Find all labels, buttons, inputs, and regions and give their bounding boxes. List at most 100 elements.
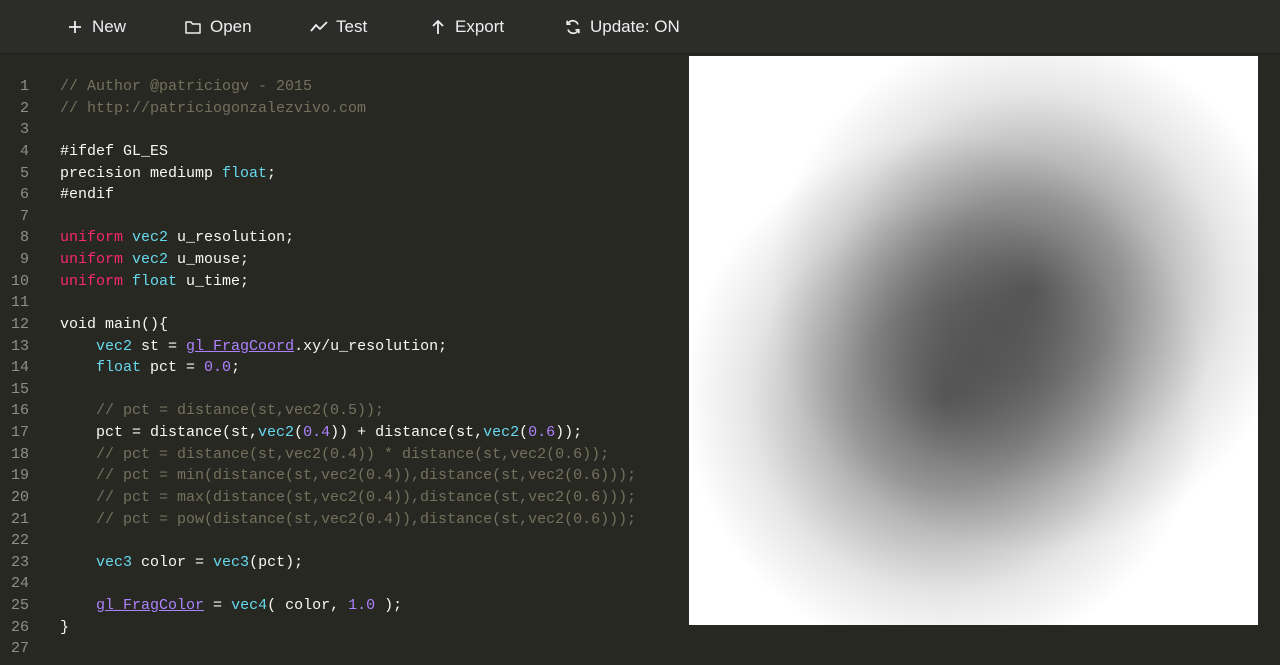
code-text: // pct = max(distance(st,vec2(0.4)),dist… bbox=[60, 487, 636, 509]
line-number: 19 bbox=[10, 467, 29, 485]
code-token: vec2 bbox=[132, 251, 169, 268]
open-label: Open bbox=[210, 17, 252, 36]
code-line: 16 // pct = distance(st,vec2(0.5)); bbox=[0, 400, 688, 422]
code-text: uniform float u_time; bbox=[60, 271, 249, 293]
code-token: (pct); bbox=[249, 553, 304, 571]
code-text: precision mediump float; bbox=[60, 163, 276, 185]
code-token: vec2 bbox=[258, 424, 295, 441]
line-number: 15 bbox=[10, 380, 29, 398]
code-text: #ifdef GL_ES bbox=[60, 141, 168, 163]
code-line: 13 vec2 st = gl_FragCoord.xy/u_resolutio… bbox=[0, 336, 688, 358]
code-token: = bbox=[204, 597, 232, 614]
code-token: #endif bbox=[60, 186, 115, 204]
test-button[interactable]: Test bbox=[310, 14, 367, 40]
code-line: 6 #endif bbox=[0, 184, 688, 206]
code-line: 10 uniform float u_time; bbox=[0, 271, 688, 293]
code-line: 26} bbox=[0, 617, 688, 639]
line-number: 13 bbox=[10, 337, 29, 355]
code-token: ( bbox=[294, 424, 304, 441]
code-token: vec2 bbox=[96, 337, 133, 355]
code-token: // pct = distance(st,vec2(0.4)) * distan… bbox=[60, 445, 610, 463]
open-button[interactable]: Open bbox=[184, 14, 252, 40]
line-number: 16 bbox=[10, 402, 29, 420]
code-text: vec2 st = gl_FragCoord.xy/u_resolution; bbox=[60, 336, 447, 358]
code-line: 9 uniform vec2 u_mouse; bbox=[0, 249, 688, 271]
code-token: vec2 bbox=[132, 229, 169, 247]
line-number: 20 bbox=[10, 488, 29, 506]
code-text: gl_FragColor = vec4( color, 1.0 ); bbox=[60, 595, 402, 617]
line-number: 17 bbox=[10, 424, 29, 441]
toolbar: New Open Test Export Update: ON bbox=[0, 0, 1280, 54]
code-token: float bbox=[222, 164, 268, 182]
code-text: pct = distance(st,vec2(0.4)) + distance(… bbox=[60, 422, 582, 444]
code-token: .xy/u_resolution; bbox=[294, 337, 448, 355]
code-text: vec3 color = vec3(pct); bbox=[60, 552, 303, 574]
line-number: 23 bbox=[10, 553, 29, 571]
line-number: 21 bbox=[10, 510, 29, 528]
code-token: u_time; bbox=[177, 272, 250, 290]
code-token: float bbox=[132, 272, 178, 290]
code-token: )) + distance(st, bbox=[330, 424, 484, 441]
update-toggle[interactable]: Update: ON bbox=[564, 14, 680, 40]
line-number: 6 bbox=[19, 186, 29, 204]
line-number: 22 bbox=[10, 532, 29, 550]
line-number: 14 bbox=[10, 359, 29, 377]
line-number: 10 bbox=[10, 272, 29, 290]
line-number: 25 bbox=[10, 597, 29, 614]
code-line: 12 void main(){ bbox=[0, 314, 688, 336]
code-line: 7 bbox=[0, 206, 688, 228]
code-token: color = bbox=[132, 553, 214, 571]
code-token: } bbox=[60, 618, 70, 636]
code-line: 4 #ifdef GL_ES bbox=[0, 141, 688, 163]
code-token: pct = distance(st, bbox=[60, 424, 259, 441]
code-token: )); bbox=[555, 424, 583, 441]
export-button[interactable]: Export bbox=[429, 14, 504, 40]
line-number: 27 bbox=[10, 640, 29, 658]
code-token: vec4 bbox=[231, 597, 268, 614]
chart-line-icon bbox=[310, 18, 328, 36]
shader-output bbox=[689, 56, 1258, 625]
code-lines: 1 // Author @patriciogv - 2015 2 // http://… bbox=[0, 76, 688, 660]
code-token: // pct = max(distance(st,vec2(0.4)),dist… bbox=[60, 488, 637, 506]
code-token: // pct = min(distance(st,vec2(0.4)),dist… bbox=[60, 467, 637, 485]
code-line: 20 // pct = max(distance(st,vec2(0.4)),d… bbox=[0, 487, 688, 509]
code-line: 23 vec3 color = vec3(pct); bbox=[0, 552, 688, 574]
code-text: // pct = min(distance(st,vec2(0.4)),dist… bbox=[60, 465, 636, 487]
code-token: ; bbox=[267, 164, 277, 182]
code-line: 18 // pct = distance(st,vec2(0.4)) * dis… bbox=[0, 444, 688, 466]
code-text: // pct = distance(st,vec2(0.5)); bbox=[60, 400, 384, 422]
code-token: uniform bbox=[60, 272, 124, 290]
code-token: // pct = pow(distance(st,vec2(0.4)),dist… bbox=[60, 510, 637, 528]
code-line: 11 bbox=[0, 292, 688, 314]
code-line: 21 // pct = pow(distance(st,vec2(0.4)),d… bbox=[0, 509, 688, 531]
shader-preview-canvas[interactable] bbox=[689, 56, 1258, 625]
folder-icon bbox=[184, 18, 202, 36]
code-line: 22 bbox=[0, 530, 688, 552]
code-editor[interactable]: 1 // Author @patriciogv - 2015 2 // http://… bbox=[0, 54, 688, 665]
line-number: 11 bbox=[10, 294, 29, 312]
line-number: 4 bbox=[19, 142, 29, 160]
code-token: #ifdef GL_ES bbox=[60, 142, 169, 160]
code-token: float bbox=[96, 359, 142, 377]
code-token: vec3 bbox=[213, 553, 250, 571]
code-token: 1.0 bbox=[348, 597, 376, 614]
code-line: 19 // pct = min(distance(st,vec2(0.4)),d… bbox=[0, 465, 688, 487]
line-number: 12 bbox=[10, 315, 29, 333]
code-text: float pct = 0.0; bbox=[60, 357, 240, 379]
code-token: // pct = distance(st,vec2(0.5)); bbox=[60, 402, 385, 420]
code-token: // http://patriciogonzalezvivo.com bbox=[60, 99, 367, 117]
test-label: Test bbox=[336, 17, 368, 36]
code-token: gl_FragCoord bbox=[186, 337, 295, 355]
line-number: 9 bbox=[19, 251, 29, 268]
code-line: 2 // http://patriciogonzalezvivo.com bbox=[0, 98, 688, 120]
new-button[interactable]: New bbox=[66, 14, 126, 40]
code-line: 27 bbox=[0, 638, 688, 660]
code-text: void main(){ bbox=[60, 314, 168, 336]
code-token: u_mouse; bbox=[168, 251, 250, 268]
